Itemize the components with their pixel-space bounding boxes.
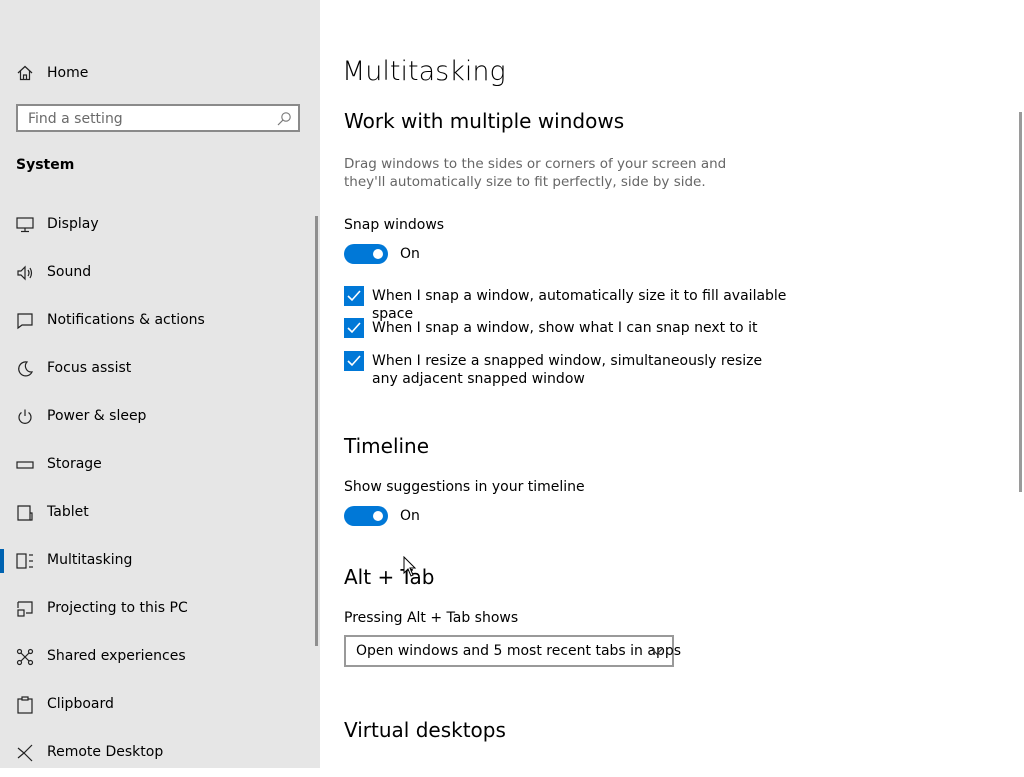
- sidebar-item-display[interactable]: Display: [0, 201, 320, 249]
- display-icon: [16, 217, 34, 233]
- remote-desktop-icon: [17, 744, 33, 762]
- clipboard-icon: [17, 696, 33, 714]
- mouse-cursor-icon: [403, 556, 417, 577]
- section-heading-alt-tab: Alt + Tab: [344, 565, 435, 589]
- active-indicator: [0, 549, 4, 573]
- chevron-down-icon: [651, 648, 663, 655]
- timeline-suggestions-toggle[interactable]: [344, 506, 388, 526]
- main-content: Multitasking Work with multiple windows …: [320, 0, 1024, 768]
- toggle-knob: [373, 511, 383, 521]
- sidebar-item-label: Multitasking: [47, 552, 133, 568]
- sidebar-item-label: Shared experiences: [47, 648, 186, 664]
- shared-icon: [16, 648, 34, 666]
- storage-icon: [16, 461, 34, 469]
- main-scrollbar[interactable]: [1019, 112, 1022, 492]
- sidebar-item-multitasking[interactable]: Multitasking: [0, 537, 320, 585]
- sidebar-item-label: Notifications & actions: [47, 312, 205, 328]
- checkmark-icon: [347, 322, 361, 334]
- sidebar-item-focus-assist[interactable]: Focus assist: [0, 345, 320, 393]
- checkbox-label: When I snap a window, show what I can sn…: [372, 320, 758, 336]
- projecting-icon: [17, 601, 33, 617]
- sidebar-item-label: Display: [47, 216, 99, 232]
- checkbox-label: When I snap a window, automatically size…: [372, 288, 787, 322]
- alt-tab-dropdown[interactable]: Open windows and 5 most recent tabs in a…: [344, 635, 681, 667]
- snap-windows-label: Snap windows: [344, 217, 445, 233]
- sidebar-item-clipboard[interactable]: Clipboard: [0, 681, 320, 729]
- home-icon: [17, 65, 33, 81]
- section-description: Drag windows to the sides or corners of …: [344, 156, 727, 190]
- sidebar-item-sound[interactable]: Sound: [0, 249, 320, 297]
- alt-tab-label: Pressing Alt + Tab shows: [344, 610, 519, 626]
- sidebar-item-label: Clipboard: [47, 696, 114, 712]
- tablet-icon: [17, 505, 33, 521]
- sidebar-item-label: Storage: [47, 456, 102, 472]
- power-icon: [18, 409, 32, 424]
- sidebar-item-tablet[interactable]: Tablet: [0, 489, 320, 537]
- dropdown-value: Open windows and 5 most recent tabs in a…: [356, 643, 682, 659]
- search-input[interactable]: Find a setting: [16, 104, 300, 132]
- checkbox-resize-adjacent[interactable]: [344, 351, 364, 371]
- search-placeholder: Find a setting: [28, 111, 123, 127]
- sidebar-nav: Display Sound Notifications & actions Fo…: [0, 201, 320, 777]
- sidebar-item-label: Sound: [47, 264, 92, 280]
- sidebar-item-label: Remote Desktop: [47, 744, 164, 760]
- search-icon[interactable]: [276, 111, 292, 127]
- sound-icon: [17, 265, 33, 281]
- section-title: System: [16, 157, 75, 173]
- sidebar-item-remote-desktop[interactable]: Remote Desktop: [0, 729, 320, 777]
- sidebar-item-label: Projecting to this PC: [47, 600, 188, 616]
- sidebar-item-shared-experiences[interactable]: Shared experiences: [0, 633, 320, 681]
- checkmark-icon: [347, 290, 361, 302]
- checkbox-label: When I resize a snapped window, simultan…: [372, 353, 763, 387]
- section-heading-virtual-desktops: Virtual desktops: [344, 718, 506, 742]
- snap-windows-state: On: [400, 246, 420, 262]
- multitasking-icon: [16, 553, 33, 569]
- page-title: Multitasking: [342, 56, 506, 87]
- checkmark-icon: [347, 355, 361, 367]
- section-heading-timeline: Timeline: [344, 434, 430, 458]
- toggle-knob: [373, 249, 383, 259]
- home-label: Home: [47, 65, 89, 81]
- snap-windows-toggle[interactable]: [344, 244, 388, 264]
- sidebar-item-notifications[interactable]: Notifications & actions: [0, 297, 320, 345]
- moon-icon: [18, 361, 34, 377]
- timeline-suggestions-label: Show suggestions in your timeline: [344, 479, 585, 495]
- section-heading-windows: Work with multiple windows: [344, 109, 625, 133]
- sidebar-item-projecting[interactable]: Projecting to this PC: [0, 585, 320, 633]
- sidebar-item-label: Power & sleep: [47, 408, 147, 424]
- checkbox-fill-space[interactable]: [344, 286, 364, 306]
- home-link[interactable]: Home: [16, 62, 296, 84]
- sidebar-item-storage[interactable]: Storage: [0, 441, 320, 489]
- checkbox-show-snap-next[interactable]: [344, 318, 364, 338]
- sidebar-item-label: Focus assist: [47, 360, 132, 376]
- notifications-icon: [17, 313, 33, 330]
- sidebar-item-label: Tablet: [47, 504, 89, 520]
- sidebar: Home Find a setting System Display Sound: [0, 0, 320, 768]
- sidebar-scrollbar[interactable]: [315, 216, 318, 646]
- sidebar-item-power-sleep[interactable]: Power & sleep: [0, 393, 320, 441]
- timeline-suggestions-state: On: [400, 508, 420, 524]
